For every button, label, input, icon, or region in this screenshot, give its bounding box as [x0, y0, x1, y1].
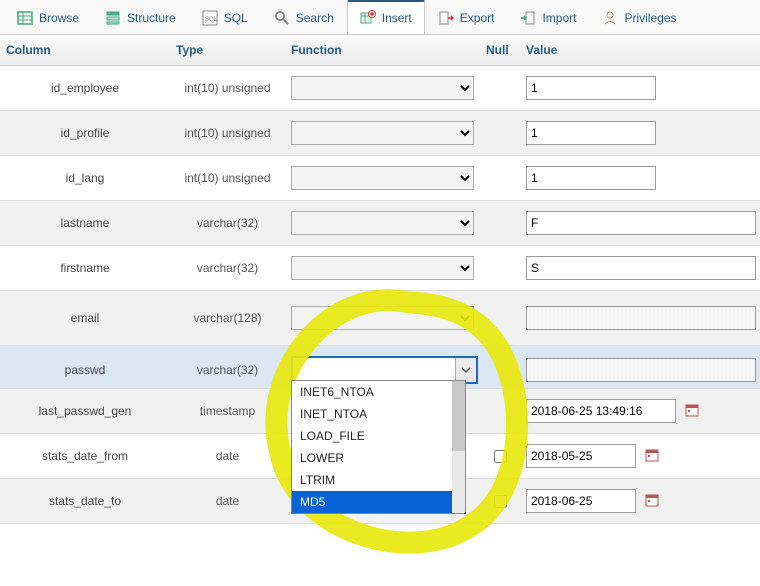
scrollbar[interactable] [452, 381, 465, 513]
column-name: lastname [0, 206, 170, 240]
value-input[interactable] [526, 399, 676, 423]
svg-text:SQL: SQL [205, 17, 218, 23]
function-option[interactable]: LOWER [292, 447, 465, 469]
tab-label: Browse [39, 11, 79, 25]
function-select[interactable] [291, 121, 474, 145]
structure-icon [105, 10, 121, 26]
column-headers: Column Type Function Null Value [0, 35, 760, 66]
function-dropdown-list: INET6_NTOA INET_NTOA LOAD_FILE LOWER LTR… [291, 380, 466, 514]
value-input[interactable] [526, 358, 756, 382]
export-icon [438, 10, 454, 26]
column-type: date [170, 439, 285, 473]
tab-sql[interactable]: SQL SQL [189, 0, 261, 34]
column-type: int(10) unsigned [170, 161, 285, 195]
table-row: email varchar(128) [0, 291, 760, 346]
function-option[interactable]: LOAD_FILE [292, 425, 465, 447]
column-type: date [170, 484, 285, 518]
column-name: id_profile [0, 116, 170, 150]
header-function: Function [285, 35, 480, 65]
function-option[interactable]: MD5 [292, 491, 465, 513]
column-name: last_passwd_gen [0, 394, 170, 428]
import-icon [520, 10, 536, 26]
tab-import[interactable]: Import [507, 0, 589, 34]
function-option[interactable]: INET6_NTOA [292, 381, 465, 403]
tab-label: Export [460, 11, 495, 25]
value-input[interactable] [526, 444, 636, 468]
value-input[interactable] [526, 166, 656, 190]
table-row: id_lang int(10) unsigned [0, 156, 760, 201]
tab-structure[interactable]: Structure [92, 0, 189, 34]
function-select[interactable] [291, 211, 474, 235]
column-type: varchar(32) [170, 206, 285, 240]
tab-browse[interactable]: Browse [4, 0, 92, 34]
tab-label: Privileges [624, 11, 676, 25]
tab-label: Import [542, 11, 576, 25]
tab-search[interactable]: Search [261, 0, 347, 34]
function-select[interactable] [291, 256, 474, 280]
null-checkbox[interactable] [494, 495, 507, 508]
tab-export[interactable]: Export [425, 0, 508, 34]
insert-icon [360, 10, 376, 26]
calendar-icon[interactable] [645, 448, 659, 465]
function-select[interactable] [291, 306, 474, 330]
function-option[interactable]: LTRIM [292, 469, 465, 491]
table-row: id_employee int(10) unsigned [0, 66, 760, 111]
column-name: stats_date_to [0, 484, 170, 518]
value-input[interactable] [526, 256, 756, 280]
column-type: varchar(32) [170, 251, 285, 285]
column-type: int(10) unsigned [170, 71, 285, 105]
value-input[interactable] [526, 306, 756, 330]
value-input[interactable] [526, 489, 636, 513]
column-type: int(10) unsigned [170, 116, 285, 150]
column-name: firstname [0, 251, 170, 285]
tab-privileges[interactable]: Privileges [589, 0, 689, 34]
tab-label: Search [296, 11, 334, 25]
value-input[interactable] [526, 211, 756, 235]
column-type: varchar(32) [170, 353, 285, 387]
tab-label: Insert [382, 11, 412, 25]
calendar-icon[interactable] [645, 493, 659, 510]
column-name: passwd [0, 353, 170, 387]
tab-label: Structure [127, 11, 176, 25]
header-null: Null [480, 35, 520, 65]
column-name: id_employee [0, 71, 170, 105]
header-value: Value [520, 35, 760, 65]
tab-label: SQL [224, 11, 248, 25]
table-row: firstname varchar(32) [0, 246, 760, 291]
table-row: passwd varchar(32) INET6_NTOA INET_NTOA … [0, 346, 760, 389]
sql-icon: SQL [202, 10, 218, 26]
column-type: timestamp [170, 394, 285, 428]
column-type: varchar(128) [170, 301, 285, 335]
browse-icon [17, 10, 33, 26]
tab-insert[interactable]: Insert [347, 0, 425, 34]
column-name: stats_date_from [0, 439, 170, 473]
value-input[interactable] [526, 76, 656, 100]
search-icon [274, 10, 290, 26]
function-select[interactable] [291, 76, 474, 100]
table-row: lastname varchar(32) [0, 201, 760, 246]
value-input[interactable] [526, 121, 656, 145]
header-type: Type [170, 35, 285, 65]
calendar-icon[interactable] [685, 403, 699, 420]
tab-bar: Browse Structure SQL SQL Search Insert E… [0, 0, 760, 35]
function-select-open[interactable]: INET6_NTOA INET_NTOA LOAD_FILE LOWER LTR… [291, 356, 474, 384]
column-name: email [0, 301, 170, 335]
privileges-icon [602, 10, 618, 26]
null-checkbox[interactable] [494, 450, 507, 463]
column-name: id_lang [0, 161, 170, 195]
chevron-down-icon[interactable] [455, 358, 476, 382]
function-option[interactable]: INET_NTOA [292, 403, 465, 425]
function-select[interactable] [291, 166, 474, 190]
table-row: id_profile int(10) unsigned [0, 111, 760, 156]
header-column: Column [0, 35, 170, 65]
